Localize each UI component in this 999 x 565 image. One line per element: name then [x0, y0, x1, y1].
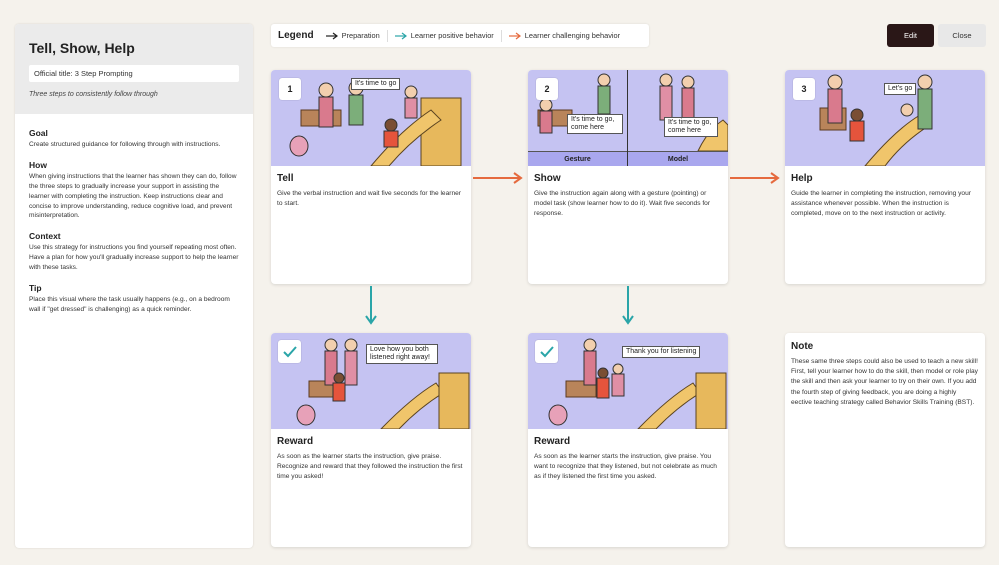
- legend-item-challenging: Learner challenging behavior: [508, 31, 621, 40]
- subtitle: Three steps to consistently follow throu…: [29, 91, 158, 98]
- speech-bubble: Love how you both listened right away!: [366, 344, 438, 365]
- speech-bubble: Let's go: [884, 83, 917, 96]
- section-goal: Goal Create structured guidance for foll…: [29, 128, 239, 150]
- card-description: As soon as the learner starts the instru…: [277, 453, 463, 481]
- speech-bubble-gesture: It's time to go, come here: [567, 114, 623, 135]
- card-description: Guide the learner in completing the inst…: [791, 190, 971, 218]
- card-body: Reward As soon as the learner starts the…: [528, 429, 728, 490]
- check-icon: [278, 340, 301, 363]
- card-description: As soon as the learner starts the instru…: [534, 453, 717, 481]
- card-title: Show: [534, 173, 561, 184]
- step-number-badge: 3: [793, 78, 815, 100]
- legend-label: Learner challenging behavior: [524, 31, 621, 40]
- speech-bubble: It's time to go: [351, 78, 401, 91]
- card-body: Help Guide the learner in completing the…: [785, 166, 985, 227]
- card-title: Reward: [534, 436, 571, 447]
- official-title: Official title: 3 Step Prompting: [29, 65, 239, 82]
- card-description: Give the verbal instruction and wait fiv…: [277, 190, 461, 208]
- panel-label-model: Model: [628, 151, 728, 166]
- legend-item-positive: Learner positive behavior: [394, 31, 494, 40]
- card-body: Tell Give the verbal instruction and wai…: [271, 166, 471, 216]
- section-heading: Tip: [29, 283, 42, 294]
- arrow-right-icon: [394, 32, 407, 39]
- speech-bubble: Thank you for listening: [622, 346, 701, 359]
- legend-item-preparation: Preparation: [325, 31, 380, 40]
- illustration-reward: Love how you both listened right away!: [271, 333, 471, 429]
- section-heading: Goal: [29, 128, 48, 138]
- arrow-right-icon: [508, 32, 521, 39]
- card-body: Show Give the instruction again along wi…: [528, 166, 728, 227]
- legend-divider: [386, 29, 388, 42]
- legend-divider: [500, 29, 502, 42]
- card-help[interactable]: 3 Let's go Help Guide the learner in com…: [785, 70, 985, 284]
- section-context: Context Use this strategy for instructio…: [29, 231, 239, 273]
- sidebar-header: Tell, Show, Help Official title: 3 Step …: [15, 24, 253, 114]
- page-title: Tell, Show, Help: [29, 40, 135, 56]
- section-text: Use this strategy for instructions you f…: [29, 244, 239, 272]
- arrow-right-icon: [325, 32, 338, 39]
- section-text: Place this visual where the task usually…: [29, 296, 230, 313]
- section-text: When giving instructions that the learne…: [29, 172, 237, 220]
- speech-bubble-model: It's time to go, come here: [664, 117, 718, 138]
- arrow-right-icon: [730, 172, 780, 184]
- card-title: Help: [791, 173, 813, 184]
- legend-label: Learner positive behavior: [410, 31, 494, 40]
- arrow-down-icon: [365, 286, 377, 325]
- step-number-badge: 1: [279, 78, 301, 100]
- legend-label: Preparation: [341, 31, 380, 40]
- card-reward-first[interactable]: Love how you both listened right away! R…: [271, 333, 471, 547]
- card-description: Give the instruction again along with a …: [534, 190, 711, 218]
- card-body: Reward As soon as the learner starts the…: [271, 429, 471, 490]
- card-title: Tell: [277, 173, 294, 184]
- edit-button[interactable]: Edit: [887, 24, 934, 47]
- card-title: Note: [791, 341, 814, 352]
- legend: Legend Preparation Learner positive beha…: [271, 24, 649, 47]
- card-body: Note These same three steps could also b…: [785, 333, 985, 415]
- close-button[interactable]: Close: [938, 24, 986, 47]
- card-title: Reward: [277, 436, 314, 447]
- section-text: Create structured guidance for following…: [29, 141, 221, 148]
- section-heading: Context: [29, 231, 61, 242]
- sidebar-body: Goal Create structured guidance for foll…: [15, 114, 253, 339]
- arrow-right-icon: [473, 172, 523, 184]
- illustration-tell: 1 It's time to go: [271, 70, 471, 166]
- card-description: These same three steps could also be use…: [791, 358, 978, 406]
- arrow-down-icon: [622, 286, 634, 325]
- panel-label-gesture: Gesture: [528, 151, 627, 166]
- step-number-badge: 2: [536, 78, 558, 100]
- illustration-help: 3 Let's go: [785, 70, 985, 166]
- check-icon: [535, 340, 558, 363]
- info-sidebar: Tell, Show, Help Official title: 3 Step …: [15, 24, 253, 548]
- legend-title: Legend: [278, 30, 314, 41]
- card-tell[interactable]: 1 It's time to go Tell Give the verbal i…: [271, 70, 471, 284]
- section-heading: How: [29, 159, 47, 170]
- illustration-show: It's time to go, come here It's time to …: [528, 70, 728, 166]
- card-reward-second[interactable]: Thank you for listening Reward As soon a…: [528, 333, 728, 547]
- illustration-reward: Thank you for listening: [528, 333, 728, 429]
- section-tip: Tip Place this visual where the task usu…: [29, 283, 239, 315]
- card-show[interactable]: It's time to go, come here It's time to …: [528, 70, 728, 284]
- card-note[interactable]: Note These same three steps could also b…: [785, 333, 985, 547]
- section-how: How When giving instructions that the le…: [29, 160, 239, 221]
